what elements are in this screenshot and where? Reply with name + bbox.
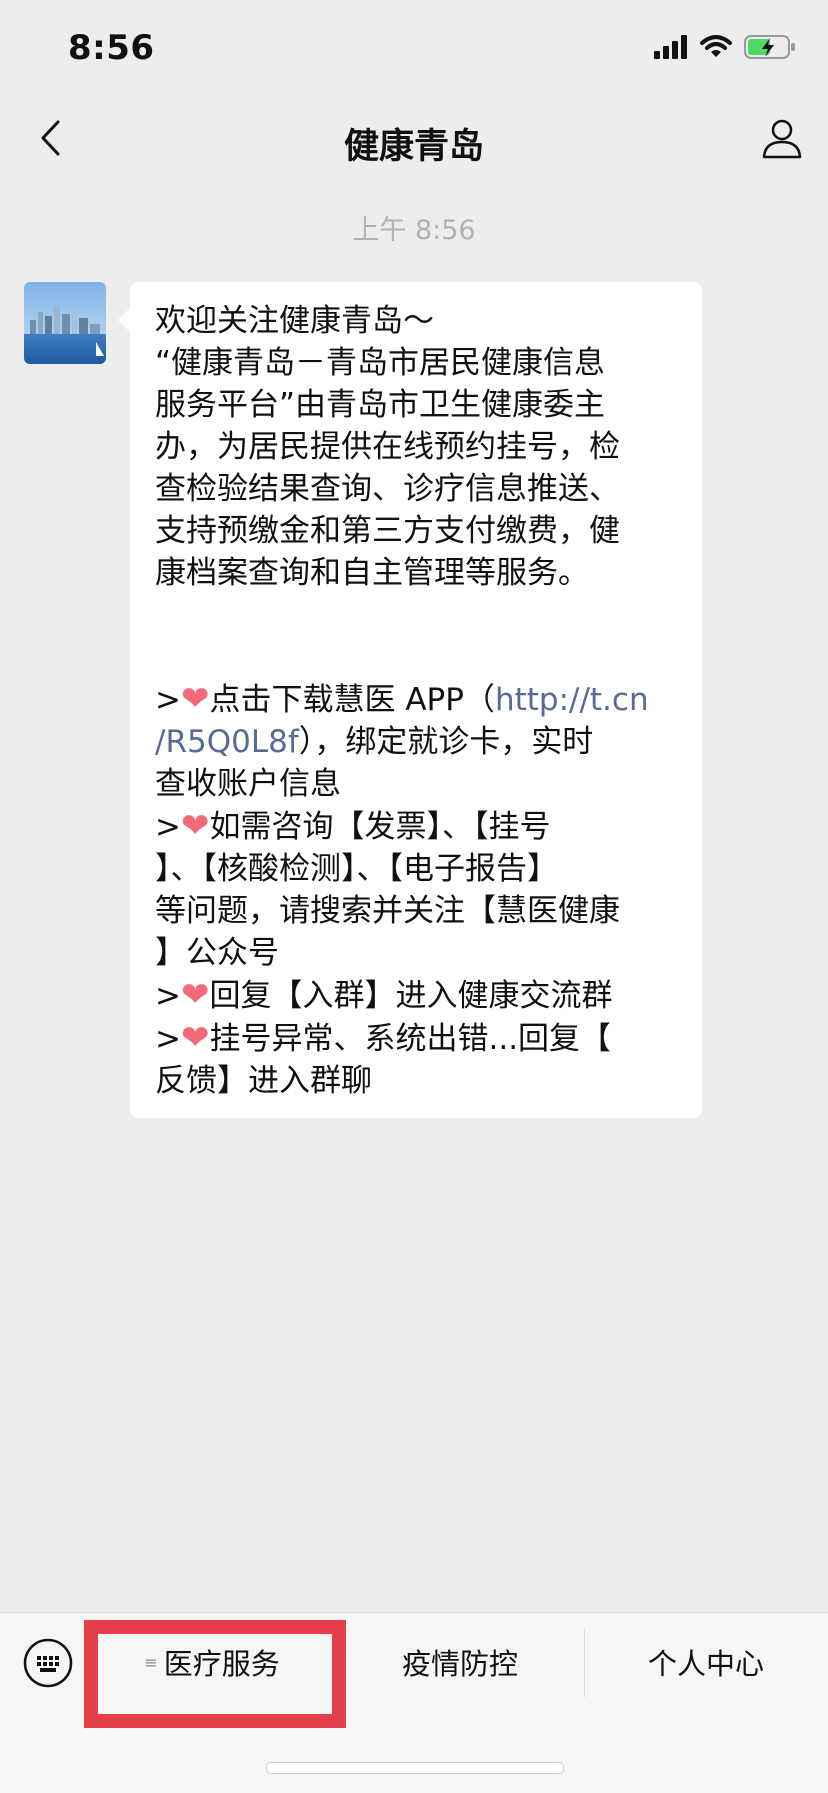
wifi-icon bbox=[700, 35, 732, 63]
message-line: 康档案查询和自主管理等服务。 bbox=[155, 555, 589, 591]
profile-button[interactable] bbox=[758, 116, 806, 164]
download-app-item-cont: /R5Q0L8f），绑定就诊卡，实时 bbox=[155, 721, 680, 763]
menu-label: 医疗服务 bbox=[163, 1647, 280, 1681]
message-line: 办，为居民提供在线预约挂号，检 bbox=[155, 429, 620, 465]
app-download-link[interactable]: http://t.cn bbox=[495, 682, 649, 718]
status-time: 8:56 bbox=[68, 28, 155, 68]
message-line: 欢迎关注健康青岛～ bbox=[155, 303, 434, 339]
avatar[interactable] bbox=[24, 282, 106, 364]
message-line: 反馈】进入群聊 bbox=[155, 1063, 372, 1099]
message-line: 】、【核酸检测】、【电子报告】 bbox=[155, 851, 558, 887]
keyboard-icon bbox=[22, 1638, 74, 1693]
consult-item: >❤如需咨询【发票】、【挂号 bbox=[155, 805, 680, 848]
message-timestamp: 上午 8:56 bbox=[352, 215, 476, 246]
message-line: 查收账户信息 bbox=[155, 766, 341, 802]
message-line: 查检验结果查询、诊疗信息推送、 bbox=[155, 471, 620, 507]
join-group-item: >❤回复【入群】进入健康交流群 bbox=[155, 974, 680, 1017]
page-title: 健康青岛 bbox=[343, 127, 484, 167]
home-indicator bbox=[266, 1762, 564, 1774]
menu-medical-services[interactable]: ≡ 医疗服务 bbox=[88, 1627, 336, 1697]
bullet-prefix: > bbox=[155, 682, 181, 718]
menu-personal-center[interactable]: 个人中心 bbox=[584, 1627, 828, 1697]
status-icons bbox=[654, 34, 796, 64]
download-app-after: ），绑定就诊卡，实时 bbox=[298, 724, 594, 760]
message-bubble: 欢迎关注健康青岛～ “健康青岛－青岛市居民健康信息 服务平台”由青岛市卫生健康委… bbox=[118, 282, 702, 1118]
join-group-text: 回复【入群】进入健康交流群 bbox=[209, 978, 613, 1014]
status-bar: 8:56 bbox=[0, 0, 828, 100]
heart-icon: ❤ bbox=[180, 679, 210, 719]
app-download-link-cont[interactable]: /R5Q0L8f bbox=[155, 724, 299, 760]
message-line: “健康青岛－青岛市居民健康信息 bbox=[155, 345, 606, 381]
download-app-item: >❤点击下载慧医 APP（http://t.cn bbox=[155, 678, 680, 721]
heart-icon: ❤ bbox=[180, 975, 210, 1015]
feedback-text: 挂号异常、系统出错...回复【 bbox=[209, 1021, 612, 1057]
submenu-icon: ≡ bbox=[144, 1652, 158, 1672]
consult-text: 如需咨询【发票】、【挂号 bbox=[209, 809, 551, 845]
feedback-item: >❤挂号异常、系统出错...回复【 bbox=[155, 1017, 680, 1060]
bullet-prefix: > bbox=[155, 809, 181, 845]
bullet-prefix: > bbox=[155, 978, 181, 1014]
message-line: 】公众号 bbox=[155, 935, 279, 971]
message-line: 服务平台”由青岛市卫生健康委主 bbox=[155, 387, 606, 423]
keyboard-toggle-button[interactable] bbox=[22, 1637, 74, 1689]
heart-icon: ❤ bbox=[180, 1018, 210, 1058]
heart-icon: ❤ bbox=[180, 806, 210, 846]
download-app-text: 点击下载慧医 APP（ bbox=[209, 682, 495, 718]
menu-label: 疫情防控 bbox=[401, 1647, 518, 1681]
nav-bar: 健康青岛 bbox=[0, 100, 828, 180]
menu-label: 个人中心 bbox=[647, 1647, 764, 1681]
bullet-prefix: > bbox=[155, 1021, 181, 1057]
message-line: 等问题，请搜索并关注【慧医健康 bbox=[155, 893, 620, 929]
message-line: 支持预缴金和第三方支付缴费，健 bbox=[155, 513, 620, 549]
cellular-signal-icon bbox=[654, 35, 688, 63]
menu-epidemic-control[interactable]: 疫情防控 bbox=[336, 1627, 584, 1697]
person-icon bbox=[761, 117, 803, 163]
battery-charging-icon bbox=[744, 34, 796, 64]
